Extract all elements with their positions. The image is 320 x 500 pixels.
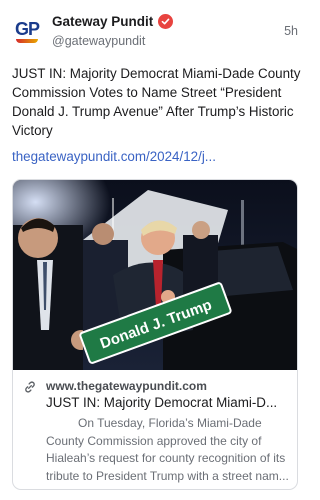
card-image[interactable]: Donald J. Trump (13, 180, 298, 370)
card-description-line: On Tuesday, Florida’s Miami-Dade (78, 416, 262, 430)
card-description-line: Hialeah’s request for county recognition… (46, 451, 286, 465)
post-link[interactable]: thegatewaypundit.com/2024/12/j... (12, 149, 216, 164)
card-domain: www.thegatewaypundit.com (46, 379, 207, 393)
timestamp[interactable]: 5h (284, 24, 298, 38)
avatar[interactable]: GP (12, 16, 42, 46)
card-description-line: County Commission approved the city of (46, 433, 262, 448)
link-preview-card[interactable]: Donald J. Trump www.thegatewaypundit.com… (12, 179, 298, 490)
name-row: Gateway Pundit (52, 14, 174, 29)
avatar-logo-text: GP (14, 18, 40, 39)
post-text: JUST IN: Majority Democrat Miami-Dade Co… (12, 66, 301, 138)
card-title[interactable]: JUST IN: Majority Democrat Miami-D... (46, 395, 291, 410)
card-description: On Tuesday, Florida’s Miami-Dade County … (46, 415, 294, 485)
post-container: GP Gateway Pundit @gatewaypundit 5h JUST… (0, 0, 310, 500)
card-body[interactable]: www.thegatewaypundit.com JUST IN: Majori… (13, 370, 297, 489)
avatar-swoosh (16, 38, 38, 43)
card-description-line: tribute to President Trump with a street… (46, 468, 289, 483)
display-name[interactable]: Gateway Pundit (52, 14, 153, 29)
verified-badge-icon (158, 14, 174, 29)
link-icon (25, 381, 35, 393)
handle[interactable]: @gatewaypundit (52, 34, 145, 48)
